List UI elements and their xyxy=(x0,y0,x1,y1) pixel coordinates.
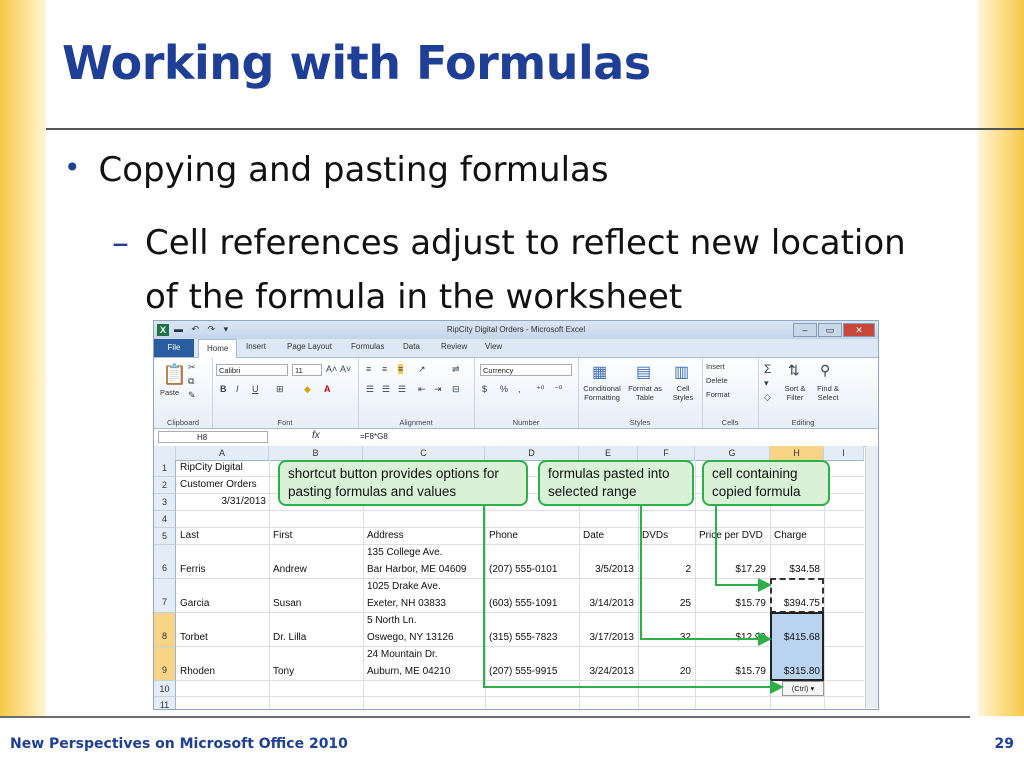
right-decorative-band xyxy=(978,0,1024,716)
bullet-level-2: – Cell references adjust to reflect new l… xyxy=(112,216,912,324)
title-divider xyxy=(46,128,1024,130)
bullet-dash-icon: – xyxy=(112,223,129,263)
footer-text: New Perspectives on Microsoft Office 201… xyxy=(10,736,348,752)
slide-title: Working with Formulas xyxy=(62,36,651,90)
callout-shortcut: shortcut button provides options for pas… xyxy=(278,460,528,506)
callout-arrows xyxy=(483,501,784,694)
page-number: 29 xyxy=(994,736,1014,752)
footer-divider xyxy=(0,716,970,718)
arrow-shortcut xyxy=(483,501,784,694)
bullet-dot-icon: • xyxy=(64,151,81,184)
callout-copied-formula: cell containing copied formula xyxy=(702,460,830,506)
left-decorative-band xyxy=(0,0,46,716)
arrow-pasted xyxy=(640,501,772,646)
bullet-1-text: Copying and pasting formulas xyxy=(98,150,609,190)
arrow-copied xyxy=(715,501,772,592)
bullet-2-text: Cell references adjust to reflect new lo… xyxy=(145,223,906,317)
bullet-level-1: • Copying and pasting formulas xyxy=(64,150,609,190)
callout-formulas-pasted: formulas pasted into selected range xyxy=(538,460,694,506)
excel-window: X ▬ ↶ ↷ ▾ RipCity Digital Orders - Micro… xyxy=(153,320,879,710)
